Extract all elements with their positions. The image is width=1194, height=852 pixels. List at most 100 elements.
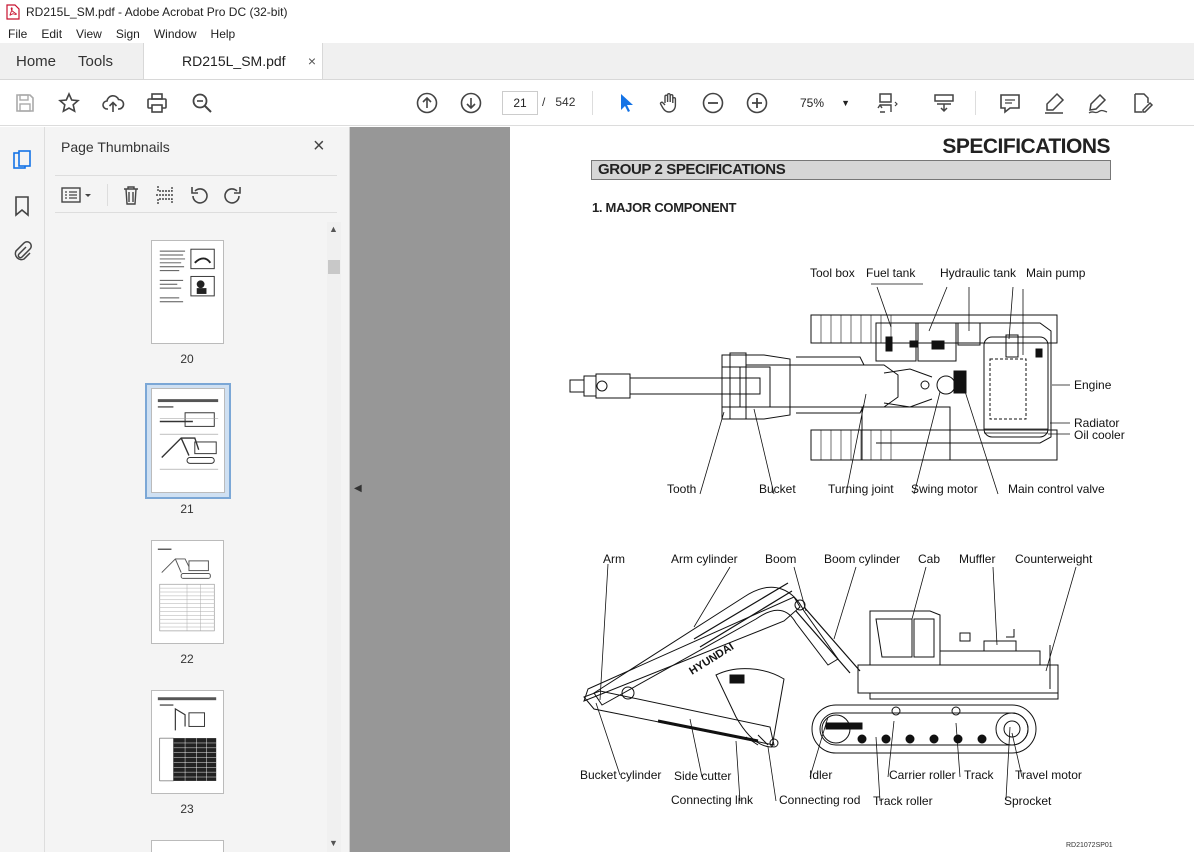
label-track: Track [964, 768, 995, 782]
track-top-lower [810, 429, 1058, 461]
upload-icon[interactable] [101, 91, 125, 115]
comment-icon[interactable] [998, 91, 1022, 115]
panel-title: Page Thumbnails [61, 139, 170, 155]
label-cab: Cab [918, 552, 940, 566]
thumbnail-preview [159, 248, 215, 303]
print-icon[interactable] [145, 91, 169, 115]
page-thumbnails-panel: Page Thumbnails × 20 21 22 23 ▲ ▼ [45, 127, 350, 852]
page-number-input[interactable]: 21 [502, 91, 538, 115]
label-tool-box: Tool box [810, 266, 855, 280]
prev-page-icon[interactable] [415, 91, 439, 115]
page-thumbnails-icon[interactable] [11, 149, 33, 171]
page-separator: / [542, 95, 546, 109]
label-main-control-valve: Main control valve [1008, 482, 1105, 496]
zoom-in-icon[interactable] [745, 91, 769, 115]
acrobat-window: RD215L_SM.pdf - Adobe Acrobat Pro DC (32… [0, 0, 1194, 852]
tab-home[interactable]: Home [0, 43, 72, 79]
attachment-icon[interactable] [11, 241, 33, 263]
house [857, 664, 1059, 694]
pdf-file-icon [6, 4, 20, 20]
thumbnail-preview [157, 399, 219, 470]
thumbnail-page-20[interactable] [151, 240, 224, 344]
edit-pdf-icon[interactable] [1130, 91, 1154, 115]
collapse-panel-icon[interactable]: ◀ [354, 483, 362, 494]
scroll-up-arrow-icon[interactable]: ▲ [329, 224, 338, 234]
hand-icon[interactable] [657, 91, 681, 115]
thumbnail-page-22[interactable] [151, 540, 224, 644]
bookmark-icon[interactable] [11, 195, 33, 217]
title-bar: RD215L_SM.pdf - Adobe Acrobat Pro DC (32… [0, 0, 1194, 24]
select-cursor-icon[interactable] [614, 91, 638, 115]
next-page-icon[interactable] [459, 91, 483, 115]
label-connecting-link: Connecting link [671, 793, 754, 807]
pdf-page: SPECIFICATIONS GROUP 2 SPECIFICATIONS 1.… [510, 127, 1194, 852]
tab-document[interactable]: RD215L_SM.pdf × [143, 43, 324, 79]
window-title: RD215L_SM.pdf - Adobe Acrobat Pro DC (32… [26, 5, 288, 19]
highlight-icon[interactable] [1042, 91, 1066, 115]
scroll-mode-icon[interactable] [932, 91, 956, 115]
options-menu-icon[interactable] [61, 184, 93, 206]
label-fuel-tank: Fuel tank [866, 266, 916, 280]
label-main-pump: Main pump [1026, 266, 1086, 280]
save-icon[interactable] [13, 91, 37, 115]
scroll-down-arrow-icon[interactable]: ▼ [329, 838, 338, 848]
navigation-rail [0, 127, 45, 852]
zoom-out-icon[interactable] [701, 91, 725, 115]
menu-edit[interactable]: Edit [41, 27, 62, 41]
zoom-level-select[interactable]: 75% ▼ [790, 91, 856, 115]
menu-sign[interactable]: Sign [116, 27, 140, 41]
label-travel-motor: Travel motor [1015, 768, 1082, 782]
boom-top [746, 364, 899, 408]
scrollbar-thumb[interactable] [328, 260, 340, 274]
extract-pages-icon[interactable] [154, 184, 176, 206]
label-sprocket: Sprocket [1004, 794, 1052, 808]
thumbnail-page-23[interactable] [151, 690, 224, 794]
thumbnail-page-24[interactable] [151, 840, 224, 852]
menu-help[interactable]: Help [211, 27, 236, 41]
total-pages: 542 [555, 95, 576, 109]
label-bucket: Bucket [759, 482, 796, 496]
label-carrier-roller: Carrier roller [889, 768, 956, 782]
menu-view[interactable]: View [76, 27, 102, 41]
toolbar-divider [975, 91, 976, 115]
tab-close-button[interactable]: × [308, 53, 316, 69]
thumbnail-list: 20 21 22 23 [55, 222, 327, 852]
document-viewport[interactable]: ◀ SPECIFICATIONS GROUP 2 SPECIFICATIONS … [350, 127, 1194, 852]
label-idler: Idler [809, 768, 832, 782]
delete-icon[interactable] [120, 184, 142, 206]
bookmark-star-icon[interactable] [57, 91, 81, 115]
thumbnail-scrollbar[interactable]: ▲ ▼ [327, 222, 341, 852]
menu-file[interactable]: File [8, 27, 27, 41]
thumbnail-preview [157, 697, 217, 782]
label-side-cutter: Side cutter [674, 769, 731, 783]
rotate-right-icon[interactable] [222, 184, 244, 206]
figure-code: RD21072SP01 [1066, 842, 1113, 849]
thumbnail-label-23: 23 [180, 802, 194, 816]
tab-bar: Home Tools RD215L_SM.pdf × [0, 43, 1194, 80]
label-track-roller: Track roller [873, 794, 933, 808]
main-toolbar: 21 / 542 75% ▼ [0, 81, 1194, 126]
thumbnail-label-20: 20 [180, 352, 194, 366]
fit-page-icon[interactable] [876, 91, 900, 115]
tab-document-label: RD215L_SM.pdf [182, 53, 286, 69]
sprocket-wheel [995, 712, 1029, 746]
page-count: / 542 [542, 95, 575, 109]
major-component-diagram: Tool box Fuel tank Hydraulic tank Main p… [569, 266, 1125, 849]
toolbar-divider [592, 91, 593, 115]
tab-tools[interactable]: Tools [72, 43, 129, 79]
thumbnail-page-21[interactable] [151, 388, 225, 493]
rotate-left-icon[interactable] [188, 184, 210, 206]
label-arm-cylinder: Arm cylinder [671, 552, 738, 566]
boom-brand-text: HYUNDAI [687, 641, 736, 678]
sign-icon[interactable] [1086, 91, 1110, 115]
thumbnail-preview [157, 548, 215, 632]
thumbnail-label-22: 22 [180, 652, 194, 666]
menu-bar: File Edit View Sign Window Help [0, 24, 1194, 43]
label-swing-motor: Swing motor [911, 482, 978, 496]
menu-window[interactable]: Window [154, 27, 197, 41]
panel-close-button[interactable]: × [313, 135, 325, 158]
label-hydraulic-tank: Hydraulic tank [940, 266, 1017, 280]
label-oil-cooler: Oil cooler [1074, 428, 1125, 442]
label-bucket-cylinder: Bucket cylinder [580, 768, 661, 782]
search-zoom-icon[interactable] [190, 91, 214, 115]
